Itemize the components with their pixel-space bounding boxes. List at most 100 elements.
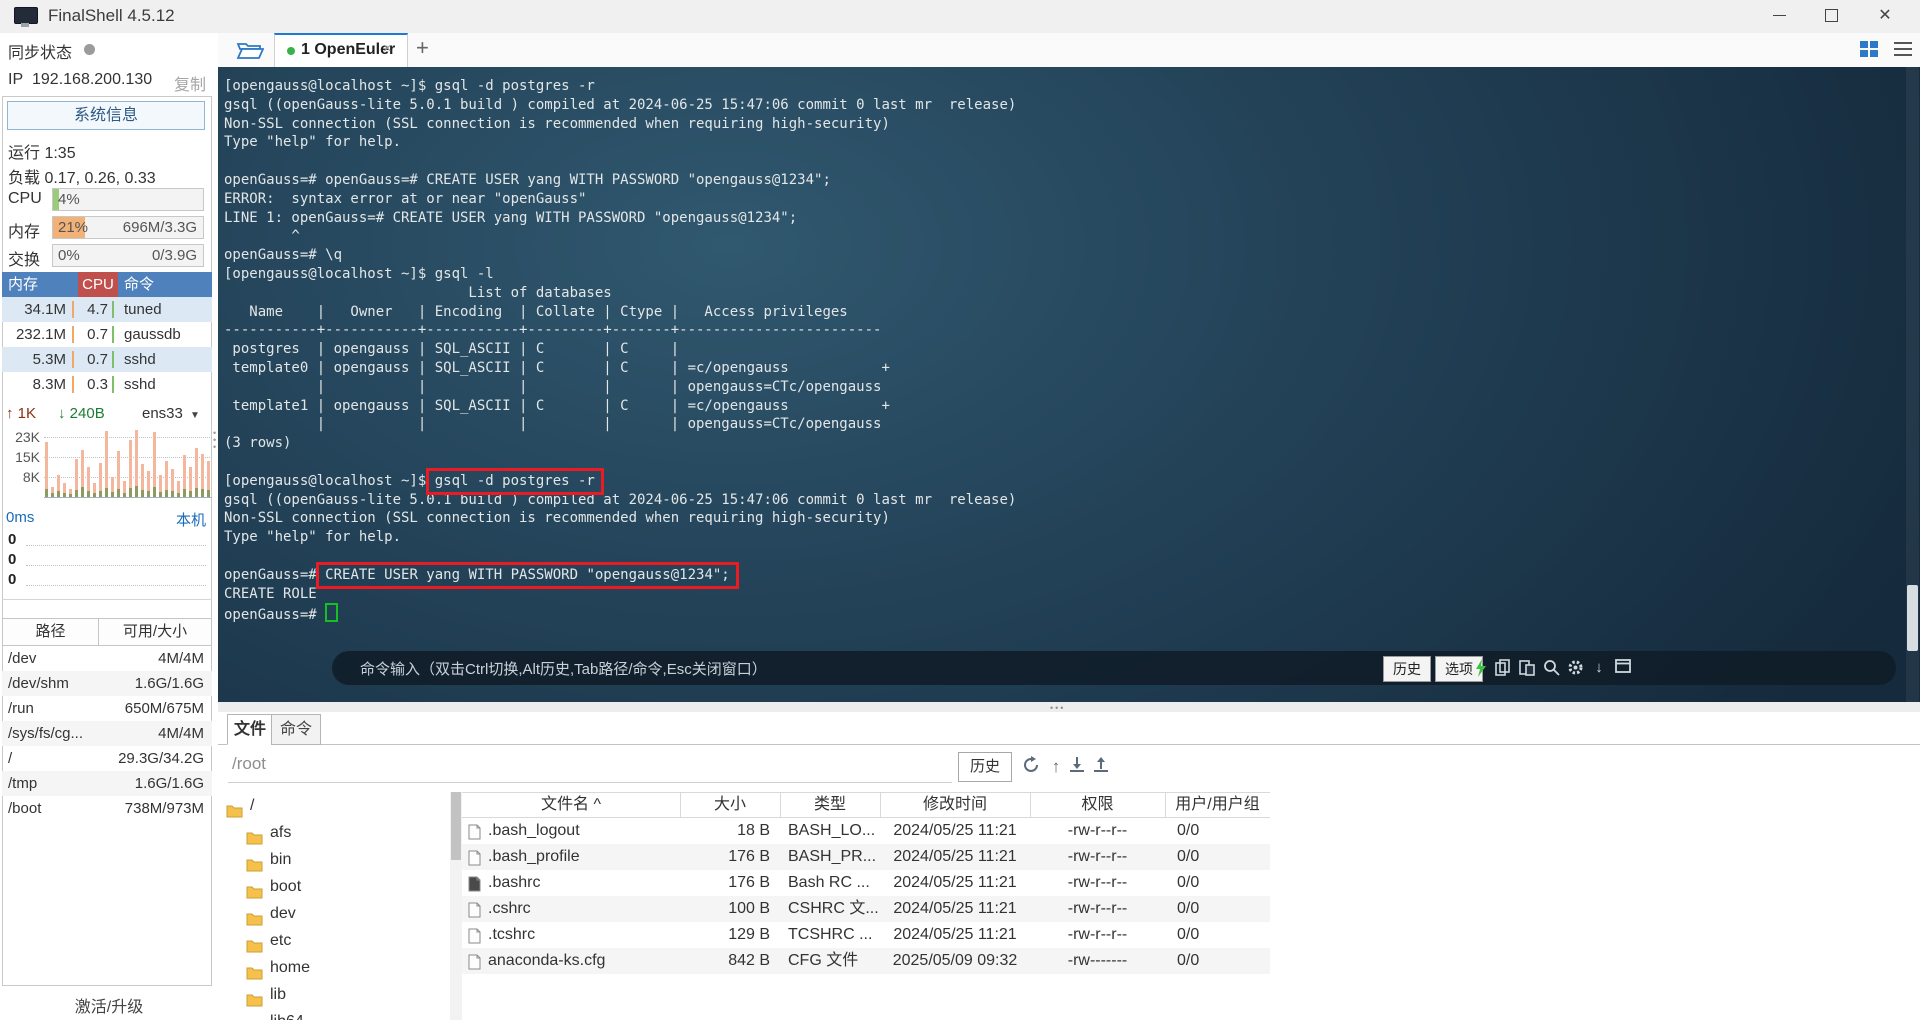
tree-item-lib64[interactable]: lib64 [218, 1008, 450, 1020]
tree-item-lib[interactable]: lib [218, 981, 450, 1008]
file-size: 129 B [728, 926, 770, 943]
file-row-.bash_logout[interactable]: .bash_logout 18 B BASH_LO... 2024/05/25 11:… [462, 818, 1270, 844]
tree-item-home[interactable]: home [218, 954, 450, 981]
upload-icon[interactable] [1090, 756, 1112, 778]
header-mtime[interactable]: 修改时间 [880, 793, 1031, 817]
terminal-text: openGauss=# [224, 566, 326, 583]
terminal-area[interactable]: [opengauss@localhost ~]$ gsql -d postgre… [218, 67, 1920, 702]
history-button[interactable]: 历史 [1383, 656, 1431, 682]
tree-item-dev[interactable]: dev [218, 900, 450, 927]
download-bar [123, 493, 126, 497]
up-level-icon[interactable]: ↑ [1045, 756, 1067, 778]
disk-row: /run 650M/675M [2, 696, 212, 721]
disk-header-path[interactable]: 路径 [3, 619, 99, 645]
copy-ip-link[interactable]: 复制 [174, 71, 206, 95]
terminal-scrollbar-thumb[interactable] [1907, 585, 1918, 651]
tab-commands[interactable]: 命令 [271, 714, 321, 745]
process-header-command[interactable]: 命令 [118, 272, 212, 297]
tree-item-bin[interactable]: bin [218, 846, 450, 873]
disk-size: 4M/4M [158, 725, 204, 742]
sidebar-splitter[interactable]: • • • [213, 429, 217, 452]
download-bar [165, 490, 168, 497]
disk-header-size[interactable]: 可用/大小 [99, 619, 211, 645]
header-perm[interactable]: 权限 [1030, 793, 1166, 817]
tree-item-boot[interactable]: boot [218, 873, 450, 900]
tab-label: 1 OpenEuler [301, 41, 396, 58]
process-header-memory[interactable]: 内存 [2, 272, 78, 297]
header-size[interactable]: 大小 [680, 793, 781, 817]
file-row-anaconda-ks.cfg[interactable]: anaconda-ks.cfg 842 B CFG 文件 2025/05/09 09:… [462, 948, 1270, 974]
panel-divider[interactable]: •••••• [218, 702, 1920, 723]
file-perm: -rw-r--r-- [1067, 926, 1128, 943]
process-header-cpu[interactable]: CPU [78, 272, 118, 297]
lightning-icon[interactable] [1472, 659, 1490, 677]
header-type[interactable]: 类型 [780, 793, 881, 817]
search-icon[interactable] [1542, 659, 1560, 677]
tab-files[interactable]: 文件 [227, 714, 273, 745]
download-bar [93, 493, 96, 497]
paste-icon[interactable] [1518, 659, 1536, 677]
header-filename[interactable]: 文件名 ^ [462, 793, 681, 817]
file-perm: -rw-r--r-- [1067, 822, 1128, 839]
file-row-.bashrc[interactable]: .bashrc 176 B Bash RC ... 2024/05/25 11:21 -… [462, 870, 1270, 896]
download-bar [177, 493, 180, 497]
layout-grid-icon[interactable] [1860, 41, 1880, 59]
path-input[interactable]: /root [232, 754, 266, 774]
download-icon[interactable] [1066, 756, 1088, 778]
cpu-label: CPU [8, 190, 42, 207]
copy-icon[interactable] [1494, 659, 1512, 677]
terminal-line: postgres | opengauss | SQL_ASCII | C | C… [224, 341, 688, 358]
ping-latency: 0ms [6, 509, 35, 526]
path-history-button[interactable]: 历史 [958, 752, 1012, 782]
file-row-.cshrc[interactable]: .cshrc 100 B CSHRC 文... 2024/05/25 11:21 -rw… [462, 896, 1270, 922]
net-interface-select[interactable]: ens33 [142, 405, 183, 422]
minimize-button[interactable] [1756, 0, 1802, 32]
download-bar [135, 486, 138, 497]
terminal-line: | | | | | opengauss=CTc/opengauss [224, 416, 882, 433]
maximize-button[interactable] [1808, 0, 1854, 32]
file-row-.bash_profile[interactable]: .bash_profile 176 B BASH_PR... 2024/05/25 1… [462, 844, 1270, 870]
open-folder-icon[interactable] [236, 39, 265, 61]
download-icon[interactable]: ↓ [1590, 659, 1608, 677]
close-button[interactable]: ✕ [1862, 0, 1908, 32]
tree-item-root[interactable]: / [218, 792, 450, 819]
download-bar [69, 494, 72, 497]
file-row-.tcshrc[interactable]: .tcshrc 129 B TCSHRC ... 2024/05/25 11:21 -r… [462, 922, 1270, 948]
download-bar [87, 491, 90, 497]
terminal-line: ^ [224, 228, 300, 245]
file-size: 176 B [728, 848, 770, 865]
process-cell: 0.7 [78, 347, 118, 372]
system-info-button[interactable]: 系统信息 [7, 101, 205, 130]
gear-icon[interactable] [1566, 659, 1584, 677]
tree-item-label: afs [270, 824, 292, 841]
disk-path: /dev/shm [8, 675, 69, 692]
new-tab-button[interactable]: + [416, 35, 429, 61]
activate-upgrade-link[interactable]: 激活/升级 [0, 993, 218, 1017]
tab-close-icon[interactable]: × [383, 40, 392, 57]
net-ytick-15k: 15K [15, 449, 40, 465]
refresh-icon[interactable] [1020, 756, 1042, 778]
file-size: 842 B [728, 952, 770, 969]
process-cell: 8.3M [2, 372, 78, 397]
ping-host[interactable]: 本机 [176, 509, 206, 530]
download-bar [81, 487, 84, 497]
terminal-text: CREATE USER yang WITH PASSWORD "opengaus… [316, 561, 739, 589]
folder-icon [246, 1014, 263, 1020]
download-bar [63, 493, 66, 497]
header-user[interactable]: 用户/用户组 [1165, 793, 1270, 817]
process-cell: 0.7 [78, 322, 118, 347]
command-input-bar[interactable]: 命令输入（双击Ctrl切换,Alt历史,Tab路径/命令,Esc关闭窗口） 历史… [332, 651, 1896, 685]
hamburger-menu-icon[interactable] [1894, 42, 1912, 56]
tree-scrollbar-thumb[interactable] [451, 792, 461, 860]
file-type: Bash RC ... [788, 874, 870, 891]
download-bar [45, 489, 48, 497]
chevron-down-icon[interactable]: ▼ [190, 410, 200, 421]
tree-item-afs[interactable]: afs [218, 819, 450, 846]
file-type: CFG 文件 [788, 952, 859, 969]
tree-scrollbar[interactable] [450, 792, 462, 1020]
file-name: .tcshrc [488, 926, 536, 943]
terminal-text: openGauss=# [224, 607, 326, 624]
window-icon[interactable] [1614, 659, 1632, 677]
tab-openeuler[interactable]: 1 OpenEuler × [274, 33, 408, 68]
tree-item-etc[interactable]: etc [218, 927, 450, 954]
